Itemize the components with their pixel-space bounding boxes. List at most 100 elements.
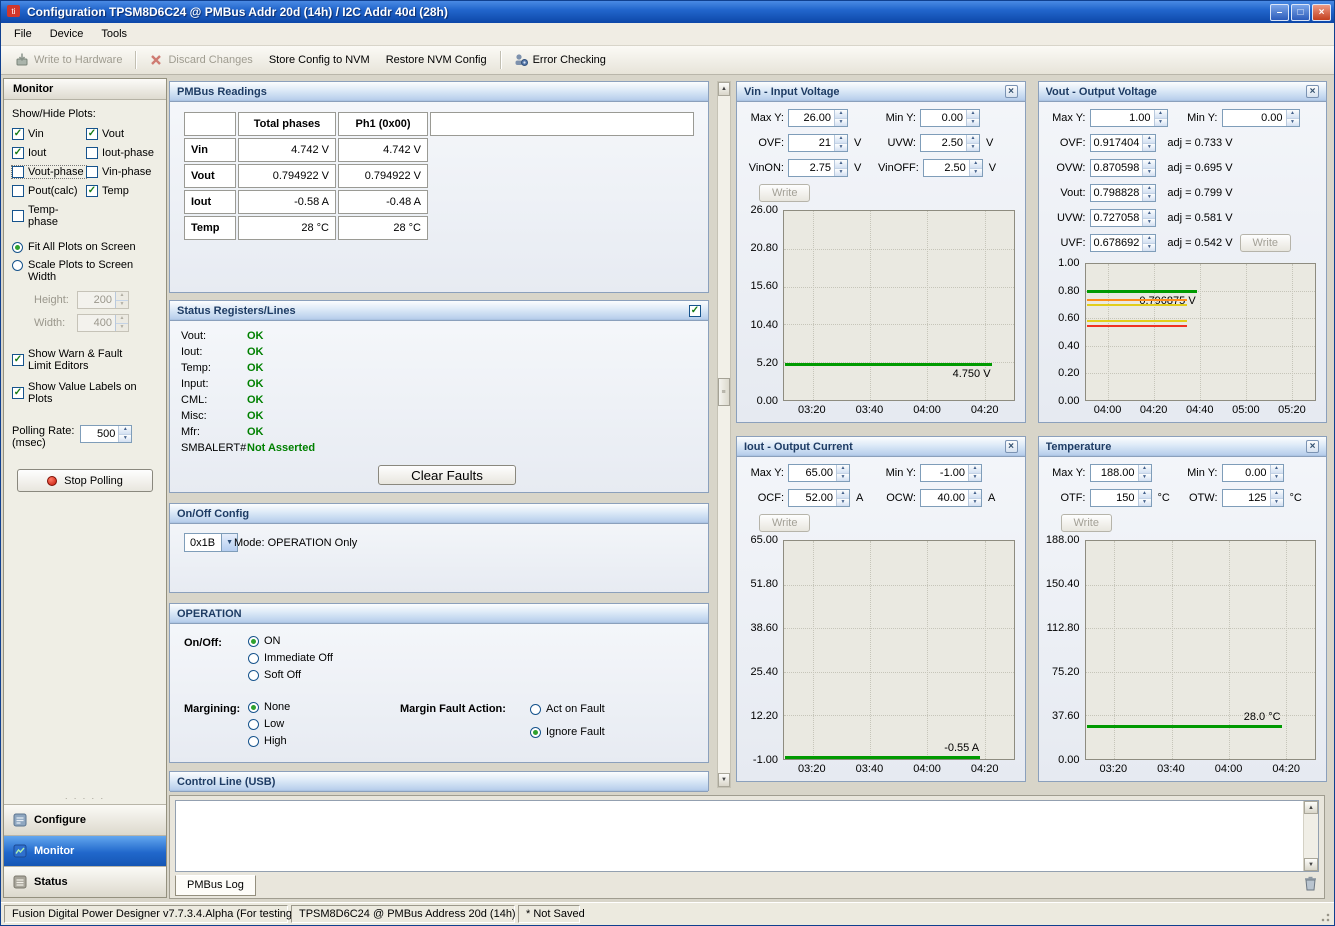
plot-toggle-vout-phase[interactable]: Vout-phase bbox=[12, 166, 86, 178]
menu-file[interactable]: File bbox=[5, 24, 41, 44]
nav-configure[interactable]: Configure bbox=[4, 804, 166, 835]
plot-toggle-iout[interactable]: ✓Iout bbox=[12, 147, 86, 159]
close-icon[interactable]: × bbox=[1312, 4, 1331, 21]
plot-vin-ovf-input-value[interactable]: 21 bbox=[789, 135, 834, 151]
plot-vout-vout-input-arrows[interactable]: ▲▼ bbox=[1142, 185, 1155, 201]
spin-up-icon[interactable]: ▲ bbox=[835, 135, 847, 144]
stop-polling-button[interactable]: Stop Polling bbox=[17, 469, 153, 492]
plot-toggle-iout-phase[interactable]: Iout-phase bbox=[86, 147, 158, 159]
plot-toggle-temp-phase[interactable]: Temp-phase bbox=[12, 204, 86, 228]
plot-vin-max-y-input[interactable]: 26.00▲▼ bbox=[788, 109, 848, 127]
spin-down-icon[interactable]: ▼ bbox=[1143, 219, 1155, 227]
plot-vout-max-y-input-value[interactable]: 1.00 bbox=[1091, 110, 1154, 126]
plot-vin-vinoff-input-value[interactable]: 2.50 bbox=[924, 160, 969, 176]
plot-temp-otf-input-value[interactable]: 150 bbox=[1091, 490, 1138, 506]
onoff-option-immediate-off-radio[interactable] bbox=[248, 653, 259, 664]
sidebar-splitter[interactable]: · · · · · bbox=[4, 795, 166, 804]
spin-up-icon[interactable]: ▲ bbox=[1271, 490, 1283, 499]
spin-up-icon[interactable]: ▲ bbox=[1139, 490, 1151, 499]
spin-down-icon[interactable]: ▼ bbox=[837, 499, 849, 507]
plot-toggle-iout-phase-checkbox[interactable] bbox=[86, 147, 98, 159]
spin-up-icon[interactable]: ▲ bbox=[835, 110, 847, 119]
spin-down-icon[interactable]: ▼ bbox=[835, 169, 847, 177]
spin-down-icon[interactable]: ▼ bbox=[1287, 119, 1299, 127]
polling-rate-input[interactable]: 500▲▼ bbox=[80, 425, 132, 443]
spin-up-icon[interactable]: ▲ bbox=[1139, 465, 1151, 474]
onoff-option-on[interactable]: ON bbox=[248, 635, 333, 647]
restore-nvm-config-button[interactable]: Restore NVM Config bbox=[378, 50, 495, 70]
option-show-value-labels-on-plots-checkbox[interactable]: ✓ bbox=[12, 387, 24, 399]
spin-up-icon[interactable]: ▲ bbox=[1155, 110, 1167, 119]
plot-vin-vinon-input-arrows[interactable]: ▲▼ bbox=[834, 160, 847, 176]
spin-up-icon[interactable]: ▲ bbox=[1143, 235, 1155, 244]
spin-up-icon[interactable]: ▲ bbox=[119, 426, 131, 435]
spin-down-icon[interactable]: ▼ bbox=[1143, 169, 1155, 177]
tab-pmbus-log[interactable]: PMBus Log bbox=[175, 875, 256, 896]
plot-vin-vinoff-input[interactable]: 2.50▲▼ bbox=[923, 159, 983, 177]
spin-down-icon[interactable]: ▼ bbox=[969, 499, 981, 507]
plot-toggle-temp-phase-checkbox[interactable] bbox=[12, 210, 24, 222]
fault-action-option-ignore-fault-radio[interactable] bbox=[530, 727, 541, 738]
spin-down-icon[interactable]: ▼ bbox=[1139, 499, 1151, 507]
margining-option-high-radio[interactable] bbox=[248, 736, 259, 747]
plot-iout-write-button[interactable]: Write bbox=[759, 514, 810, 532]
spin-down-icon[interactable]: ▼ bbox=[835, 144, 847, 152]
plot-iout-min-y-input-value[interactable]: -1.00 bbox=[921, 465, 968, 481]
spin-up-icon[interactable]: ▲ bbox=[1143, 135, 1155, 144]
option-show-warn-fault-limit-editors-checkbox[interactable]: ✓ bbox=[12, 354, 24, 366]
plot-vout-vout-input[interactable]: 0.798828▲▼ bbox=[1090, 184, 1157, 202]
resize-grip[interactable] bbox=[1318, 910, 1331, 923]
log-scroll-down-icon[interactable]: ▼ bbox=[1304, 858, 1318, 871]
store-config-to-nvm-button[interactable]: Store Config to NVM bbox=[261, 50, 378, 70]
spin-down-icon[interactable]: ▼ bbox=[837, 474, 849, 482]
plot-vin-vinon-input-value[interactable]: 2.75 bbox=[789, 160, 834, 176]
plot-vout-ovf-input-value[interactable]: 0.917404 bbox=[1091, 135, 1143, 151]
error-checking-button[interactable]: Error Checking bbox=[506, 49, 614, 71]
plot-toggle-vin-checkbox[interactable]: ✓ bbox=[12, 128, 24, 140]
plot-vout-min-y-input[interactable]: 0.00▲▼ bbox=[1222, 109, 1300, 127]
plot-temp-min-y-input-value[interactable]: 0.00 bbox=[1223, 465, 1270, 481]
plot-vout-uvf-input-value[interactable]: 0.678692 bbox=[1091, 235, 1143, 251]
plot-toggle-temp[interactable]: ✓Temp bbox=[86, 185, 158, 197]
plot-vout-ovw-input-arrows[interactable]: ▲▼ bbox=[1142, 160, 1155, 176]
plot-close-vin-icon[interactable]: × bbox=[1005, 85, 1018, 98]
plot-iout-ocf-input-arrows[interactable]: ▲▼ bbox=[836, 490, 849, 506]
plot-temp-otw-input-value[interactable]: 125 bbox=[1223, 490, 1270, 506]
plot-close-vout-icon[interactable]: × bbox=[1306, 85, 1319, 98]
scroll-down-icon[interactable]: ▼ bbox=[718, 773, 730, 787]
margining-option-low[interactable]: Low bbox=[248, 718, 290, 730]
plot-vin-uvw-input-value[interactable]: 2.50 bbox=[921, 135, 966, 151]
plot-toggle-pout-calc[interactable]: Pout(calc) bbox=[12, 185, 86, 197]
plot-iout-min-y-input-arrows[interactable]: ▲▼ bbox=[968, 465, 981, 481]
plot-vout-ovw-input-value[interactable]: 0.870598 bbox=[1091, 160, 1143, 176]
plot-vout-ovw-input[interactable]: 0.870598▲▼ bbox=[1090, 159, 1157, 177]
spin-down-icon[interactable]: ▼ bbox=[970, 169, 982, 177]
onoff-option-on-radio[interactable] bbox=[248, 636, 259, 647]
plot-toggle-pout-calc-checkbox[interactable] bbox=[12, 185, 24, 197]
spin-up-icon[interactable]: ▲ bbox=[967, 110, 979, 119]
plot-vin-vinon-input[interactable]: 2.75▲▼ bbox=[788, 159, 848, 177]
plot-vin-min-y-input[interactable]: 0.00▲▼ bbox=[920, 109, 980, 127]
spin-down-icon[interactable]: ▼ bbox=[1143, 194, 1155, 202]
scrollbar-thumb[interactable]: ≡ bbox=[718, 378, 730, 406]
spin-down-icon[interactable]: ▼ bbox=[967, 144, 979, 152]
fit-option-scale-plots-to-screen-width[interactable]: Scale Plots to Screen Width bbox=[12, 259, 158, 283]
spin-up-icon[interactable]: ▲ bbox=[969, 465, 981, 474]
maximize-icon[interactable]: □ bbox=[1291, 4, 1310, 21]
plot-iout-ocw-input[interactable]: 40.00▲▼ bbox=[920, 489, 982, 507]
plot-vout-min-y-input-arrows[interactable]: ▲▼ bbox=[1286, 110, 1299, 126]
spin-up-icon[interactable]: ▲ bbox=[1143, 210, 1155, 219]
log-scrollbar[interactable]: ▲ ▼ bbox=[1303, 801, 1318, 871]
plot-vout-min-y-input-value[interactable]: 0.00 bbox=[1223, 110, 1286, 126]
plot-toggle-vin-phase[interactable]: Vin-phase bbox=[86, 166, 158, 178]
onoff-config-dropdown[interactable]: 0x1B ▼ bbox=[184, 533, 238, 552]
plot-close-temp-icon[interactable]: × bbox=[1306, 440, 1319, 453]
plot-temp-otf-input[interactable]: 150▲▼ bbox=[1090, 489, 1152, 507]
fault-action-option-act-on-fault[interactable]: Act on Fault bbox=[530, 703, 605, 715]
plot-close-iout-icon[interactable]: × bbox=[1005, 440, 1018, 453]
spin-up-icon[interactable]: ▲ bbox=[969, 490, 981, 499]
plot-vin-min-y-input-arrows[interactable]: ▲▼ bbox=[966, 110, 979, 126]
plot-vout-write-button[interactable]: Write bbox=[1240, 234, 1291, 252]
plot-vout-ovf-input[interactable]: 0.917404▲▼ bbox=[1090, 134, 1157, 152]
plot-iout-max-y-input[interactable]: 65.00▲▼ bbox=[788, 464, 850, 482]
